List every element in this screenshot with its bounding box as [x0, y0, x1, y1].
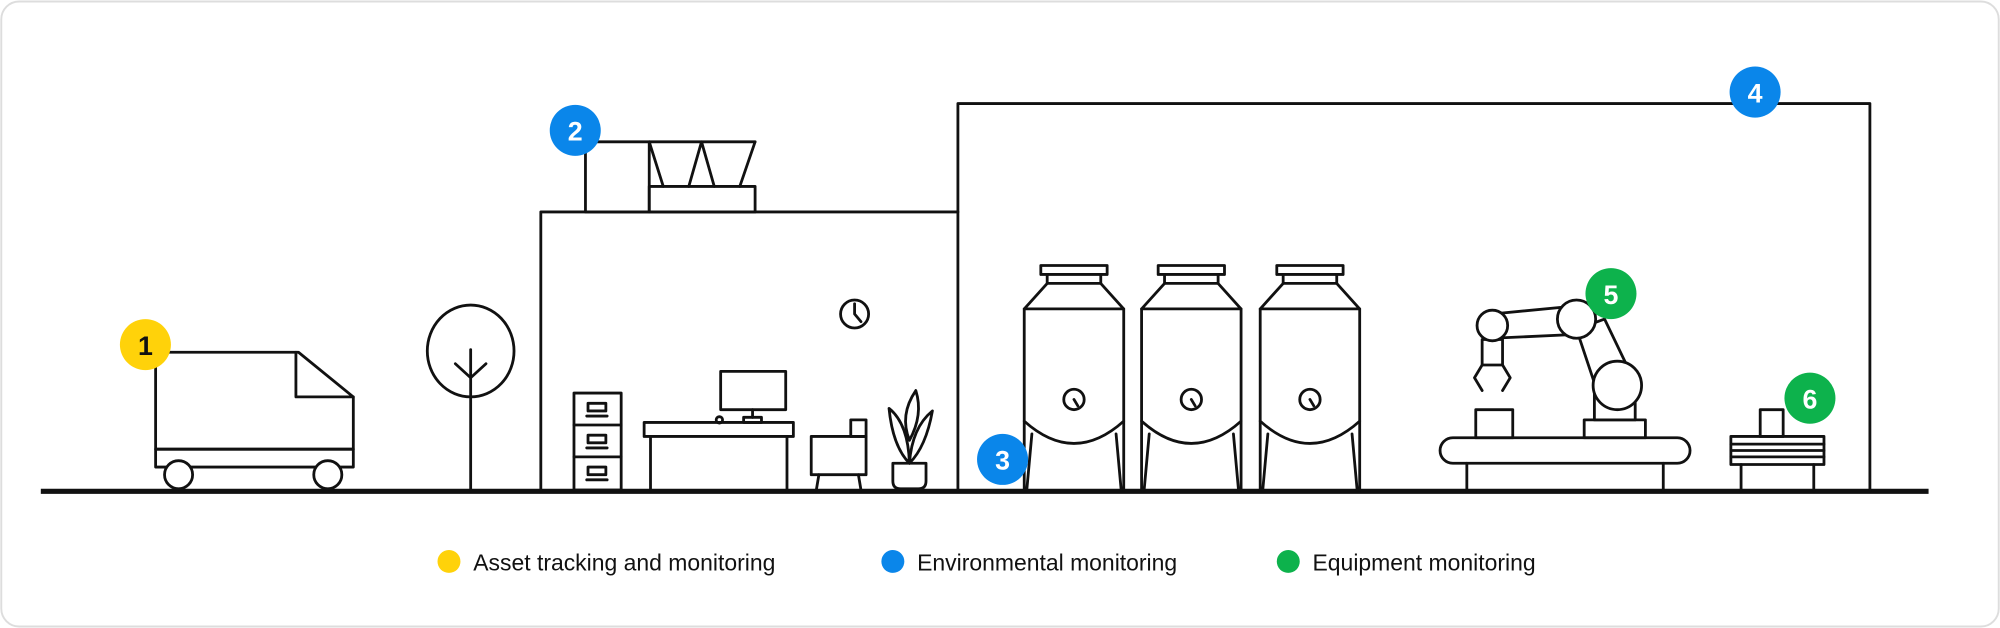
badge-5[interactable]: 5 — [1585, 268, 1637, 320]
badge-number: 3 — [995, 446, 1010, 476]
legend-dot — [881, 549, 905, 573]
badge-number: 5 — [1604, 280, 1619, 310]
badge-3[interactable]: 3 — [977, 433, 1029, 485]
card-border — [0, 0, 2000, 628]
badge-2[interactable]: 2 — [549, 104, 601, 156]
badge-number: 4 — [1748, 78, 1763, 108]
legend: Asset tracking and monitoring Environment… — [437, 549, 1536, 576]
legend-dot — [1276, 549, 1300, 573]
badge-4[interactable]: 4 — [1729, 66, 1781, 118]
legend-item-environmental: Environmental monitoring — [881, 550, 1177, 576]
legend-label: Asset tracking and monitoring — [473, 550, 775, 576]
legend-item-equipment: Equipment monitoring — [1276, 549, 1536, 576]
legend-label: Environmental monitoring — [917, 550, 1177, 576]
badge-1[interactable]: 1 — [119, 319, 171, 371]
legend-dot — [437, 549, 461, 573]
badge-6[interactable]: 6 — [1784, 372, 1836, 424]
legend-item-asset: Asset tracking and monitoring — [437, 549, 775, 576]
monitoring-diagram: 1 2 3 4 5 6 Asset tracking and monitoring Envi… — [0, 0, 2000, 628]
badge-number: 1 — [138, 331, 153, 361]
legend-label: Equipment monitoring — [1313, 550, 1536, 576]
badge-number: 6 — [1803, 384, 1818, 414]
badge-number: 2 — [568, 117, 583, 147]
